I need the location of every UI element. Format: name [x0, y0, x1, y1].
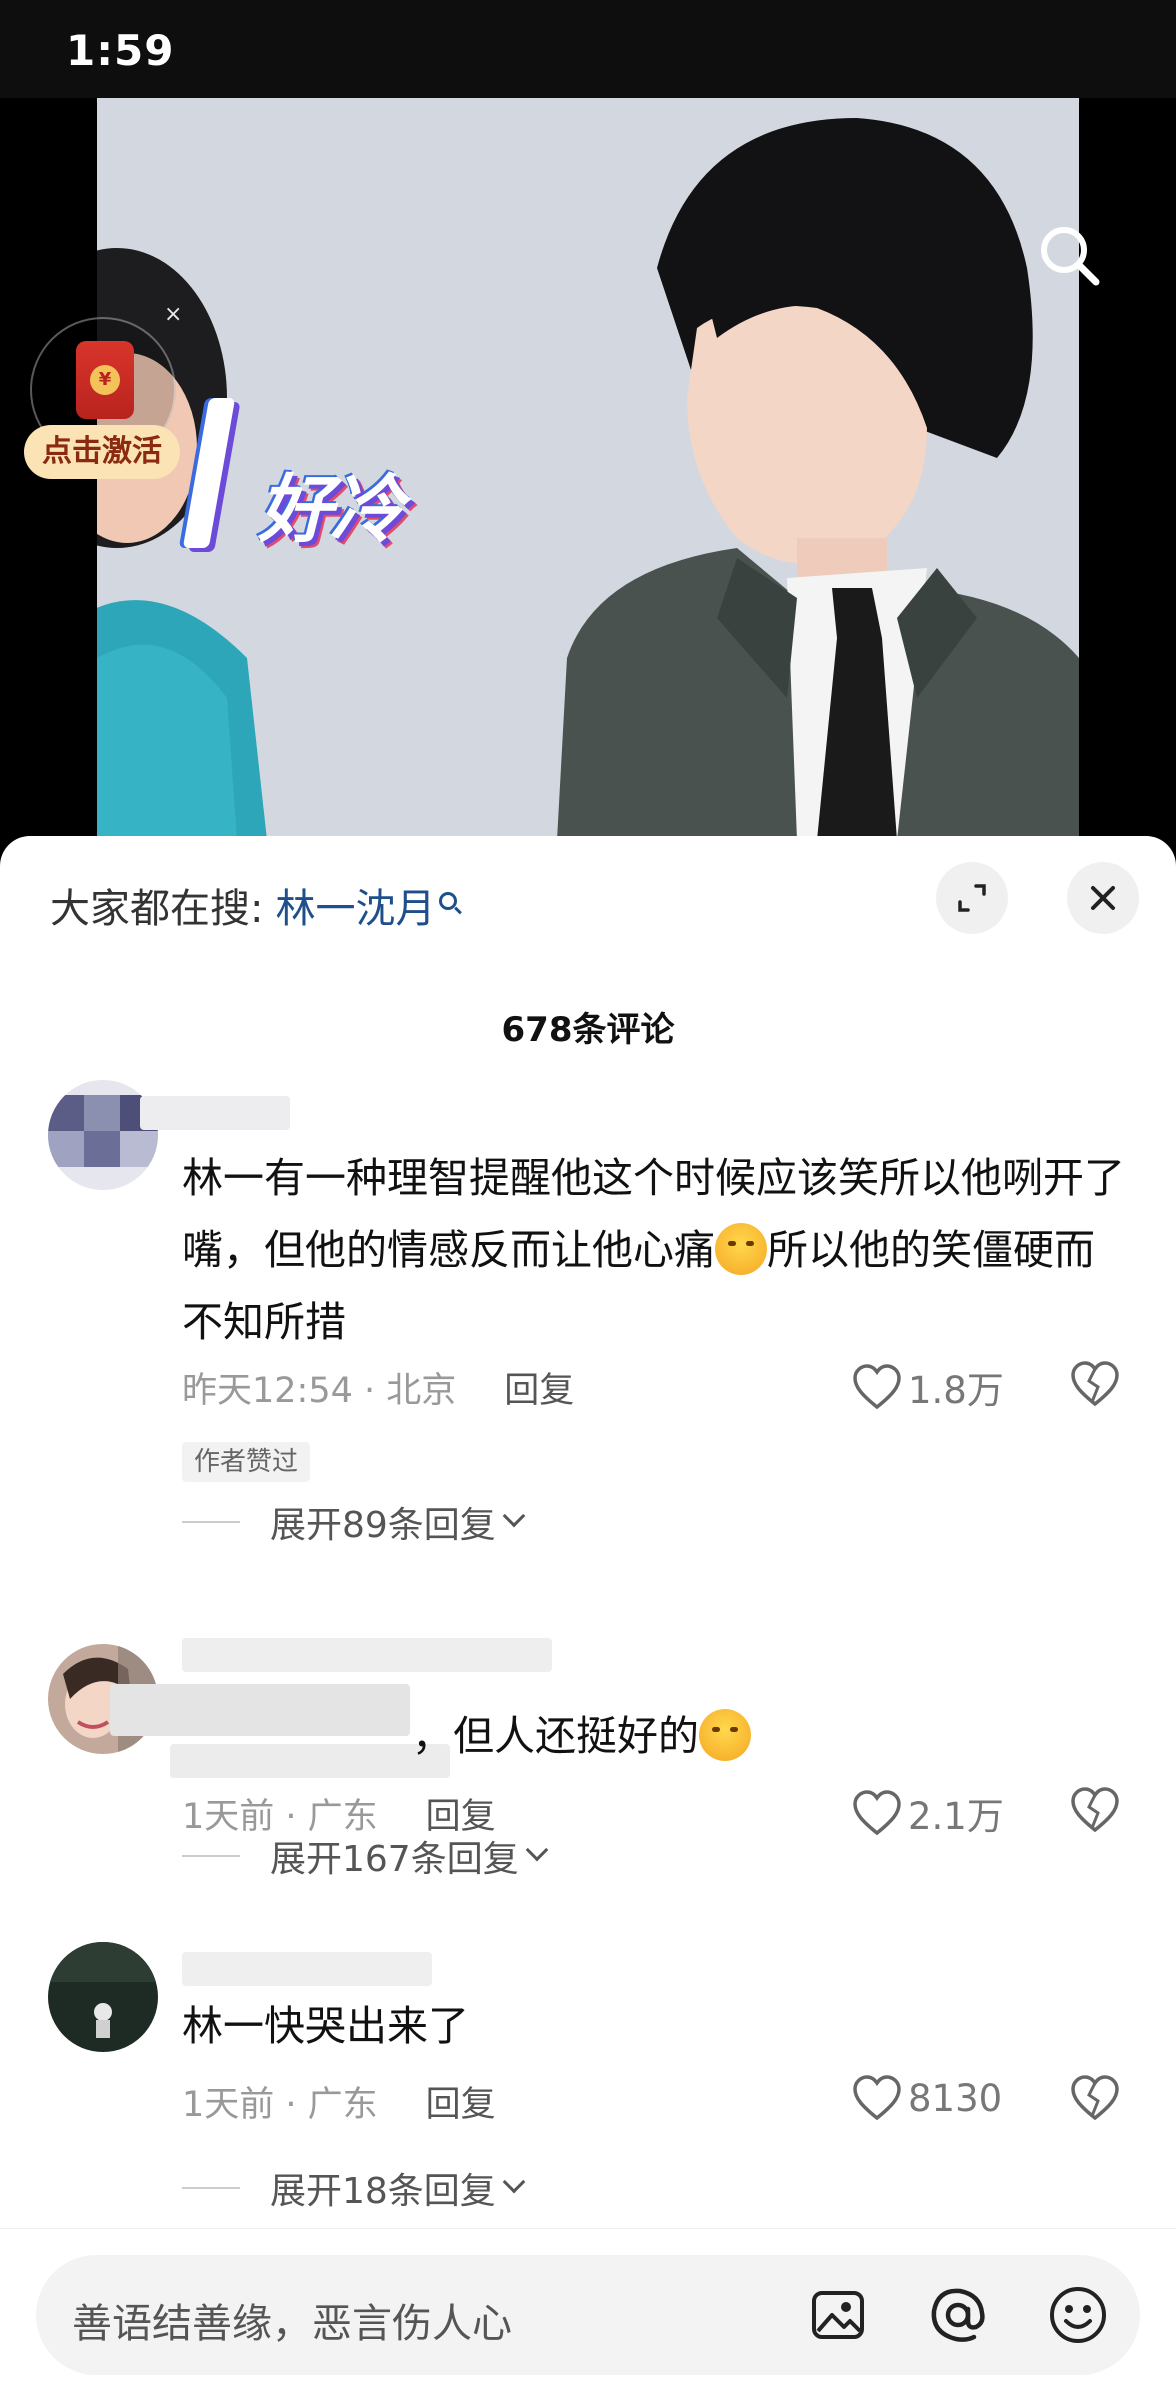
like-button[interactable]: 8130	[852, 2074, 1002, 2122]
username-blurred[interactable]	[140, 1096, 290, 1130]
blurred-text	[170, 1744, 450, 1778]
comment-item: 林一有一种理智提醒他这个时候应该笑所以他咧开了嘴，但他的情感反而让他心痛 所以他的…	[0, 1080, 1176, 1412]
search-keyword-link[interactable]: 林一沈月	[275, 886, 435, 932]
chevron-down-icon	[502, 1504, 526, 1528]
like-count: 2.1万	[908, 1795, 1004, 1838]
dislike-button[interactable]	[1070, 1786, 1120, 1838]
close-panel-button[interactable]	[1067, 862, 1139, 934]
broken-heart-icon	[1071, 1787, 1119, 1833]
author-liked-badge: 作者赞过	[182, 1442, 311, 1482]
expand-replies-label: 展开18条回复	[270, 2171, 496, 2212]
blurred-text	[110, 1684, 410, 1736]
broken-heart-icon	[1071, 2075, 1119, 2121]
username-blurred[interactable]	[182, 1952, 432, 1986]
comment-meta: 昨天12:54 · 北京 回复	[182, 1362, 574, 1413]
comment-text: ，但人还挺好的	[412, 1700, 1132, 1772]
crying-emoji-icon	[715, 1223, 767, 1275]
comment-text: 林一有一种理智提醒他这个时候应该笑所以他咧开了嘴，但他的情感反而让他心痛 所以他的…	[182, 1154, 1125, 1346]
comment-meta: 1天前 · 广东 回复	[182, 2076, 496, 2127]
expand-replies-label: 展开89条回复	[270, 1505, 496, 1546]
comments-panel: 大家都在搜: 林一沈月 678条评论 林一有一种理智提醒他这个时候应该笑所以他咧…	[0, 836, 1176, 2400]
reply-button[interactable]: 回复	[426, 2085, 496, 2125]
like-button[interactable]: 2.1万	[852, 1786, 1004, 1840]
divider	[182, 1521, 240, 1523]
video-player[interactable]: 好冷	[0, 98, 1176, 840]
video-frame[interactable]	[97, 98, 1079, 840]
like-button[interactable]: 1.8万	[852, 1360, 1004, 1414]
video-caption: 好冷	[258, 467, 404, 553]
input-placeholder: 善语结善缘，恶言伤人心	[72, 2301, 512, 2347]
reply-button[interactable]: 回复	[504, 1371, 574, 1411]
search-icon[interactable]	[1034, 220, 1104, 290]
redpack-activate-button[interactable]: 点击激活	[24, 425, 180, 479]
expand-icon	[958, 884, 986, 912]
chevron-down-icon	[525, 1838, 549, 1862]
comment-count: 678条评论	[501, 1010, 675, 1050]
redpack-close-icon[interactable]: ×	[164, 302, 182, 327]
comment-input-bar: 善语结善缘，恶言伤人心	[0, 2228, 1176, 2400]
heart-icon	[853, 2075, 901, 2121]
search-hint-prefix: 大家都在搜:	[50, 886, 264, 932]
red-envelope-icon: ¥	[76, 341, 134, 419]
video-scene	[97, 98, 1079, 840]
expand-replies-label: 展开167条回复	[270, 1839, 519, 1880]
mention-icon[interactable]	[926, 2283, 990, 2347]
status-bar: 1:59	[0, 0, 1176, 98]
laughing-tears-emoji-icon	[699, 1709, 751, 1761]
coin-icon: ¥	[90, 365, 120, 395]
status-time: 1:59	[66, 26, 175, 75]
close-icon	[1091, 886, 1115, 910]
divider	[182, 2187, 240, 2189]
expand-replies-button[interactable]: 展开167条回复	[182, 1830, 549, 1882]
expand-replies-button[interactable]: 展开18条回复	[182, 2162, 526, 2214]
emoji-icon[interactable]	[1046, 2283, 1110, 2347]
comment-item: ，但人还挺好的 1天前 · 广东 回复 2.1万	[0, 1604, 1176, 1838]
divider	[182, 1855, 240, 1857]
like-count: 8130	[908, 2076, 1003, 2120]
comment-item: 林一快哭出来了 1天前 · 广东 回复 8130	[0, 1930, 1176, 2150]
dislike-button[interactable]	[1070, 2074, 1120, 2126]
image-icon[interactable]	[806, 2283, 870, 2347]
comment-time-location: 1天前 · 广东	[182, 2085, 378, 2125]
avatar[interactable]	[48, 1942, 158, 2052]
comment-time-location: 昨天12:54 · 北京	[182, 1371, 457, 1411]
username-blurred[interactable]	[182, 1638, 552, 1672]
broken-heart-icon	[1071, 1361, 1119, 1407]
like-count: 1.8万	[908, 1369, 1004, 1412]
comment-text: 林一快哭出来了	[182, 2002, 469, 2050]
small-search-icon	[439, 892, 458, 910]
expand-replies-button[interactable]: 展开89条回复	[182, 1496, 526, 1548]
comment-input[interactable]: 善语结善缘，恶言伤人心	[36, 2255, 1140, 2375]
chevron-down-icon	[502, 2170, 526, 2194]
dislike-button[interactable]	[1070, 1360, 1120, 1412]
heart-icon	[853, 1790, 901, 1836]
expand-panel-button[interactable]	[936, 862, 1008, 934]
search-suggestion[interactable]: 大家都在搜: 林一沈月	[50, 876, 458, 934]
heart-icon	[853, 1364, 901, 1410]
